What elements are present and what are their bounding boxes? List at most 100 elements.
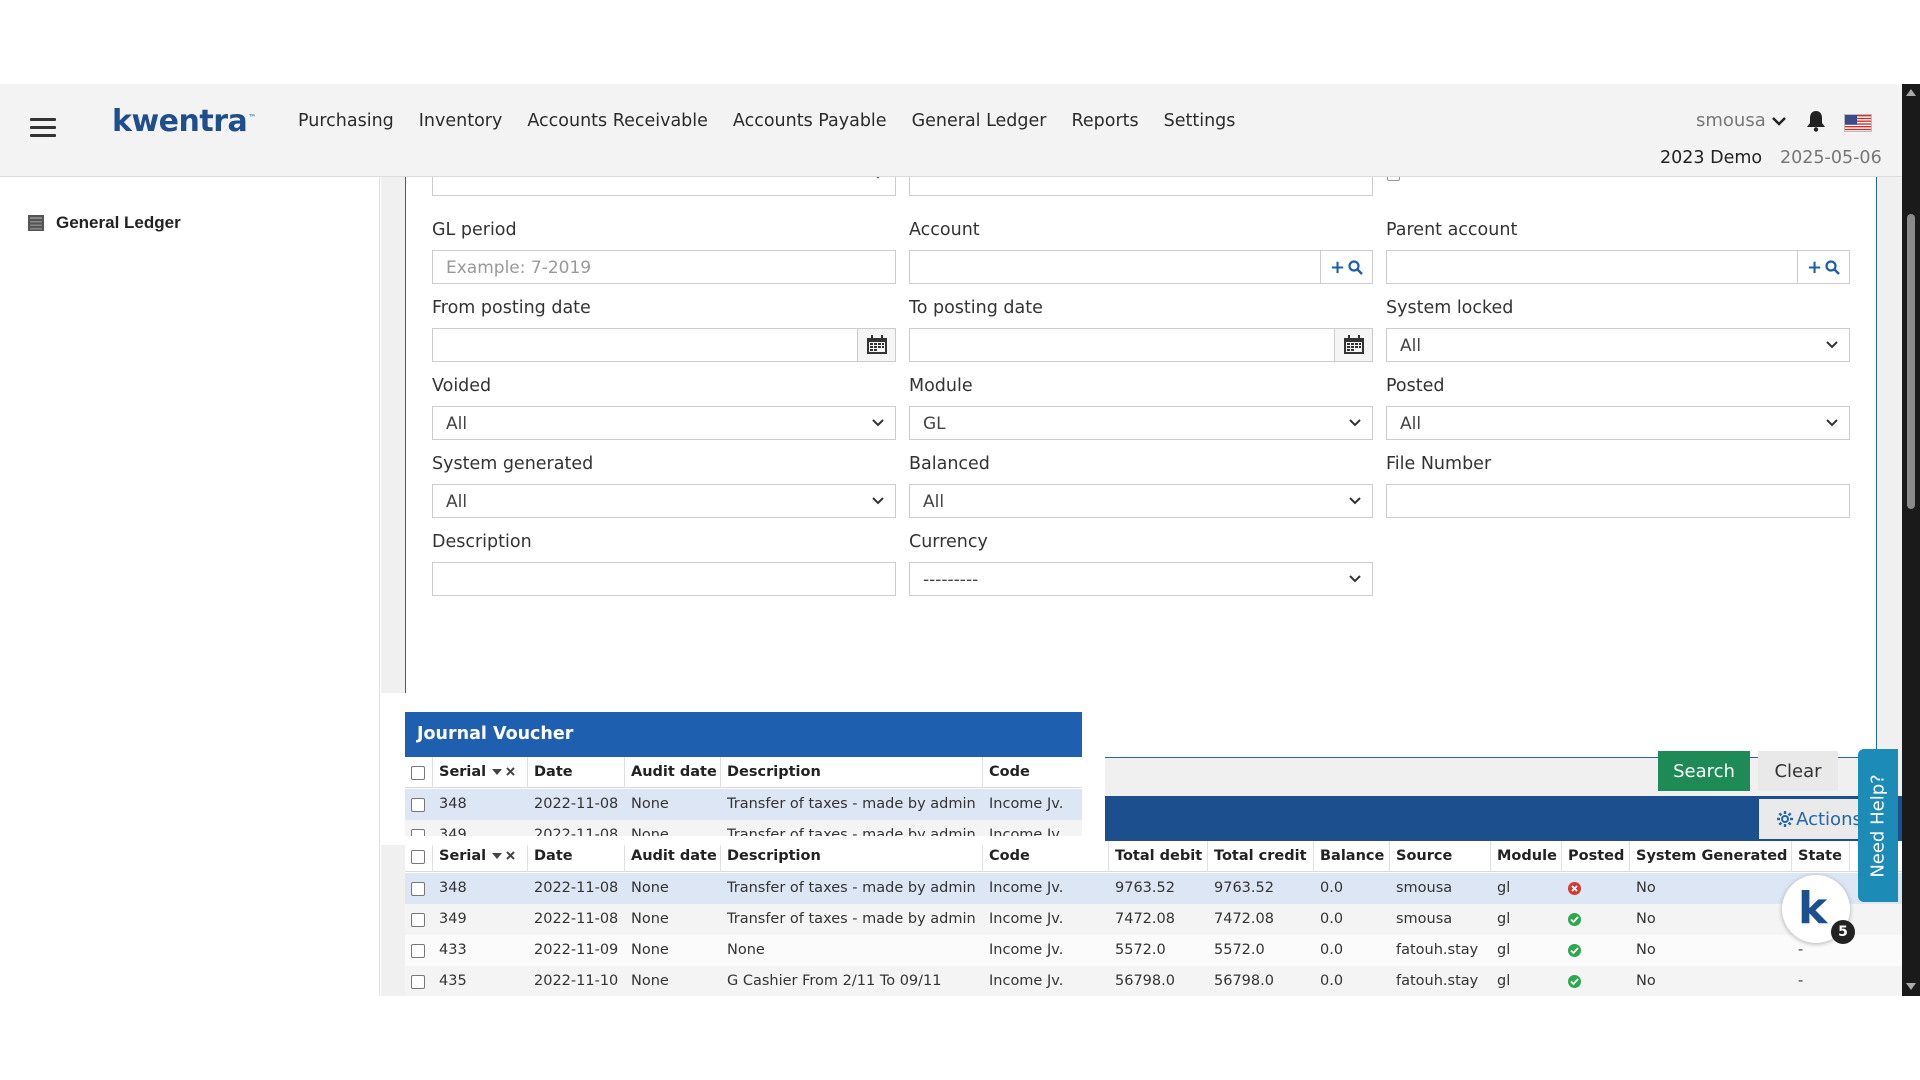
top-row-input[interactable] [909, 177, 1373, 196]
posted-select[interactable]: All [1386, 406, 1850, 440]
page-scrollbar[interactable] [1902, 84, 1920, 996]
column-header[interactable]: Source [1390, 841, 1491, 872]
module-select[interactable]: GL [909, 406, 1373, 440]
calendar-icon[interactable] [857, 329, 895, 361]
sidebar-item-general-ledger[interactable]: General Ledger [26, 213, 181, 233]
gl-period-input[interactable]: Example: 7-2019 [432, 250, 896, 284]
table-row[interactable]: 348 2022-11-08 None Transfer of taxes - mad… [405, 873, 1902, 904]
column-header[interactable]: Serial [433, 757, 528, 788]
parent-account-input[interactable]: + [1386, 250, 1850, 284]
voided-select[interactable]: All [432, 406, 896, 440]
highlight-table-view: Journal Voucher Serial Date Audit date Desc… [405, 712, 1082, 836]
sort-desc-icon[interactable] [486, 764, 503, 780]
column-header[interactable]: Description [721, 757, 983, 788]
cell-date: 2022-11-08 [534, 827, 619, 836]
row-checkbox[interactable] [411, 913, 425, 927]
currency-select[interactable]: --------- [909, 562, 1373, 596]
check-circle-icon [1568, 913, 1581, 926]
nav-accounts-receivable[interactable]: Accounts Receivable [527, 111, 708, 131]
cell-credit: 9763.52 [1214, 880, 1274, 896]
cell-source: fatouh.stay [1396, 973, 1479, 989]
file-number-label: File Number [1386, 454, 1492, 474]
current-date: 2025-05-06 [1780, 148, 1882, 168]
table-row[interactable]: 349 2022-11-08 None Transfer of taxes - mad… [405, 820, 1082, 836]
row-checkbox[interactable] [411, 798, 425, 812]
bell-icon[interactable] [1806, 110, 1826, 136]
clear-button[interactable]: Clear [1758, 751, 1838, 791]
top-row-checkbox[interactable] [1387, 177, 1400, 181]
file-number-input[interactable] [1386, 484, 1850, 518]
search-icon [1348, 259, 1363, 275]
need-help-tab[interactable]: Need Help? [1858, 749, 1898, 902]
system-generated-select[interactable]: All [432, 484, 896, 518]
column-header[interactable]: Audit date [625, 757, 721, 788]
system-locked-select[interactable]: All [1386, 328, 1850, 362]
nav-purchasing[interactable]: Purchasing [298, 111, 394, 131]
column-header[interactable]: Posted [1562, 841, 1630, 872]
scroll-down-arrow-icon[interactable] [1906, 983, 1916, 991]
column-header[interactable]: Audit date [625, 841, 721, 872]
scroll-thumb[interactable] [1907, 214, 1915, 509]
cell-audit: None [631, 880, 669, 896]
sort-desc-icon[interactable] [486, 848, 503, 864]
nav-reports[interactable]: Reports [1071, 111, 1138, 131]
column-header[interactable]: Date [528, 757, 625, 788]
column-header-label: Audit date [631, 848, 717, 864]
to-posting-date-input[interactable] [909, 328, 1373, 362]
chevron-down-icon [1826, 341, 1838, 349]
table-row[interactable]: 349 2022-11-08 None Transfer of taxes - mad… [405, 904, 1902, 935]
row-checkbox[interactable] [411, 882, 425, 896]
cell-desc: Transfer of taxes - made by admin [727, 827, 976, 836]
row-checkbox[interactable] [411, 944, 425, 958]
cell-desc: Transfer of taxes - made by admin [727, 796, 976, 812]
nav-accounts-payable[interactable]: Accounts Payable [733, 111, 887, 131]
column-header[interactable]: Code [983, 757, 1082, 788]
select-all-checkbox[interactable] [411, 850, 425, 864]
row-checkbox-cell [405, 873, 427, 904]
table-row[interactable]: 435 2022-11-10 None G Cashier From 2/11 To … [405, 966, 1902, 996]
calendar-icon[interactable] [1334, 329, 1372, 361]
user-menu[interactable]: smousa [1696, 110, 1786, 131]
description-input[interactable] [432, 562, 896, 596]
column-header[interactable]: Code [983, 841, 1109, 872]
column-header-label: Total debit [1115, 848, 1203, 864]
nav-general-ledger[interactable]: General Ledger [912, 111, 1047, 131]
clear-sort-icon[interactable] [502, 764, 515, 780]
column-header[interactable]: System Generated [1630, 841, 1792, 872]
nav-inventory[interactable]: Inventory [419, 111, 503, 131]
column-header[interactable]: Total credit [1208, 841, 1314, 872]
parent-account-add-search-button[interactable]: + [1797, 251, 1849, 283]
nav-settings[interactable]: Settings [1164, 111, 1236, 131]
row-checkbox-cell [405, 820, 427, 836]
column-header[interactable]: State [1792, 841, 1850, 872]
balanced-select[interactable]: All [909, 484, 1373, 518]
column-header[interactable]: Date [528, 841, 625, 872]
app-window: kwentra™ Purchasing Inventory Accounts R… [0, 84, 1920, 996]
account-input[interactable]: + [909, 250, 1373, 284]
kwentra-logo[interactable]: kwentra™ [112, 104, 256, 139]
scroll-up-arrow-icon[interactable] [1906, 88, 1916, 96]
column-header[interactable]: Description [721, 841, 983, 872]
cell-code: Income Jv. [989, 973, 1064, 989]
column-header[interactable]: Serial [433, 841, 528, 872]
select-value: All [1400, 414, 1422, 434]
cell-balance: 0.0 [1320, 880, 1344, 896]
row-checkbox[interactable] [411, 829, 425, 836]
us-flag-icon[interactable] [1844, 114, 1872, 132]
search-button[interactable]: Search [1658, 751, 1750, 791]
column-header[interactable]: Balance [1314, 841, 1390, 872]
hamburger-menu-icon[interactable] [30, 118, 56, 138]
row-checkbox[interactable] [411, 975, 425, 989]
clear-sort-icon[interactable] [502, 848, 515, 864]
column-header[interactable]: Module [1491, 841, 1562, 872]
table-row[interactable]: 348 2022-11-08 None Transfer of taxes - mad… [405, 789, 1082, 820]
column-header[interactable]: Total debit [1109, 841, 1208, 872]
cell-date: 2022-11-08 [534, 911, 619, 927]
account-add-search-button[interactable]: + [1320, 251, 1372, 283]
from-posting-date-input[interactable] [432, 328, 896, 362]
top-row-select[interactable]: --------- [432, 177, 896, 196]
company-name: 2023 Demo [1660, 148, 1763, 168]
select-all-checkbox[interactable] [411, 766, 425, 780]
posted-cell [1568, 904, 1630, 935]
table-row[interactable]: 433 2022-11-09 None None Income Jv. 5572.0 557… [405, 935, 1902, 966]
